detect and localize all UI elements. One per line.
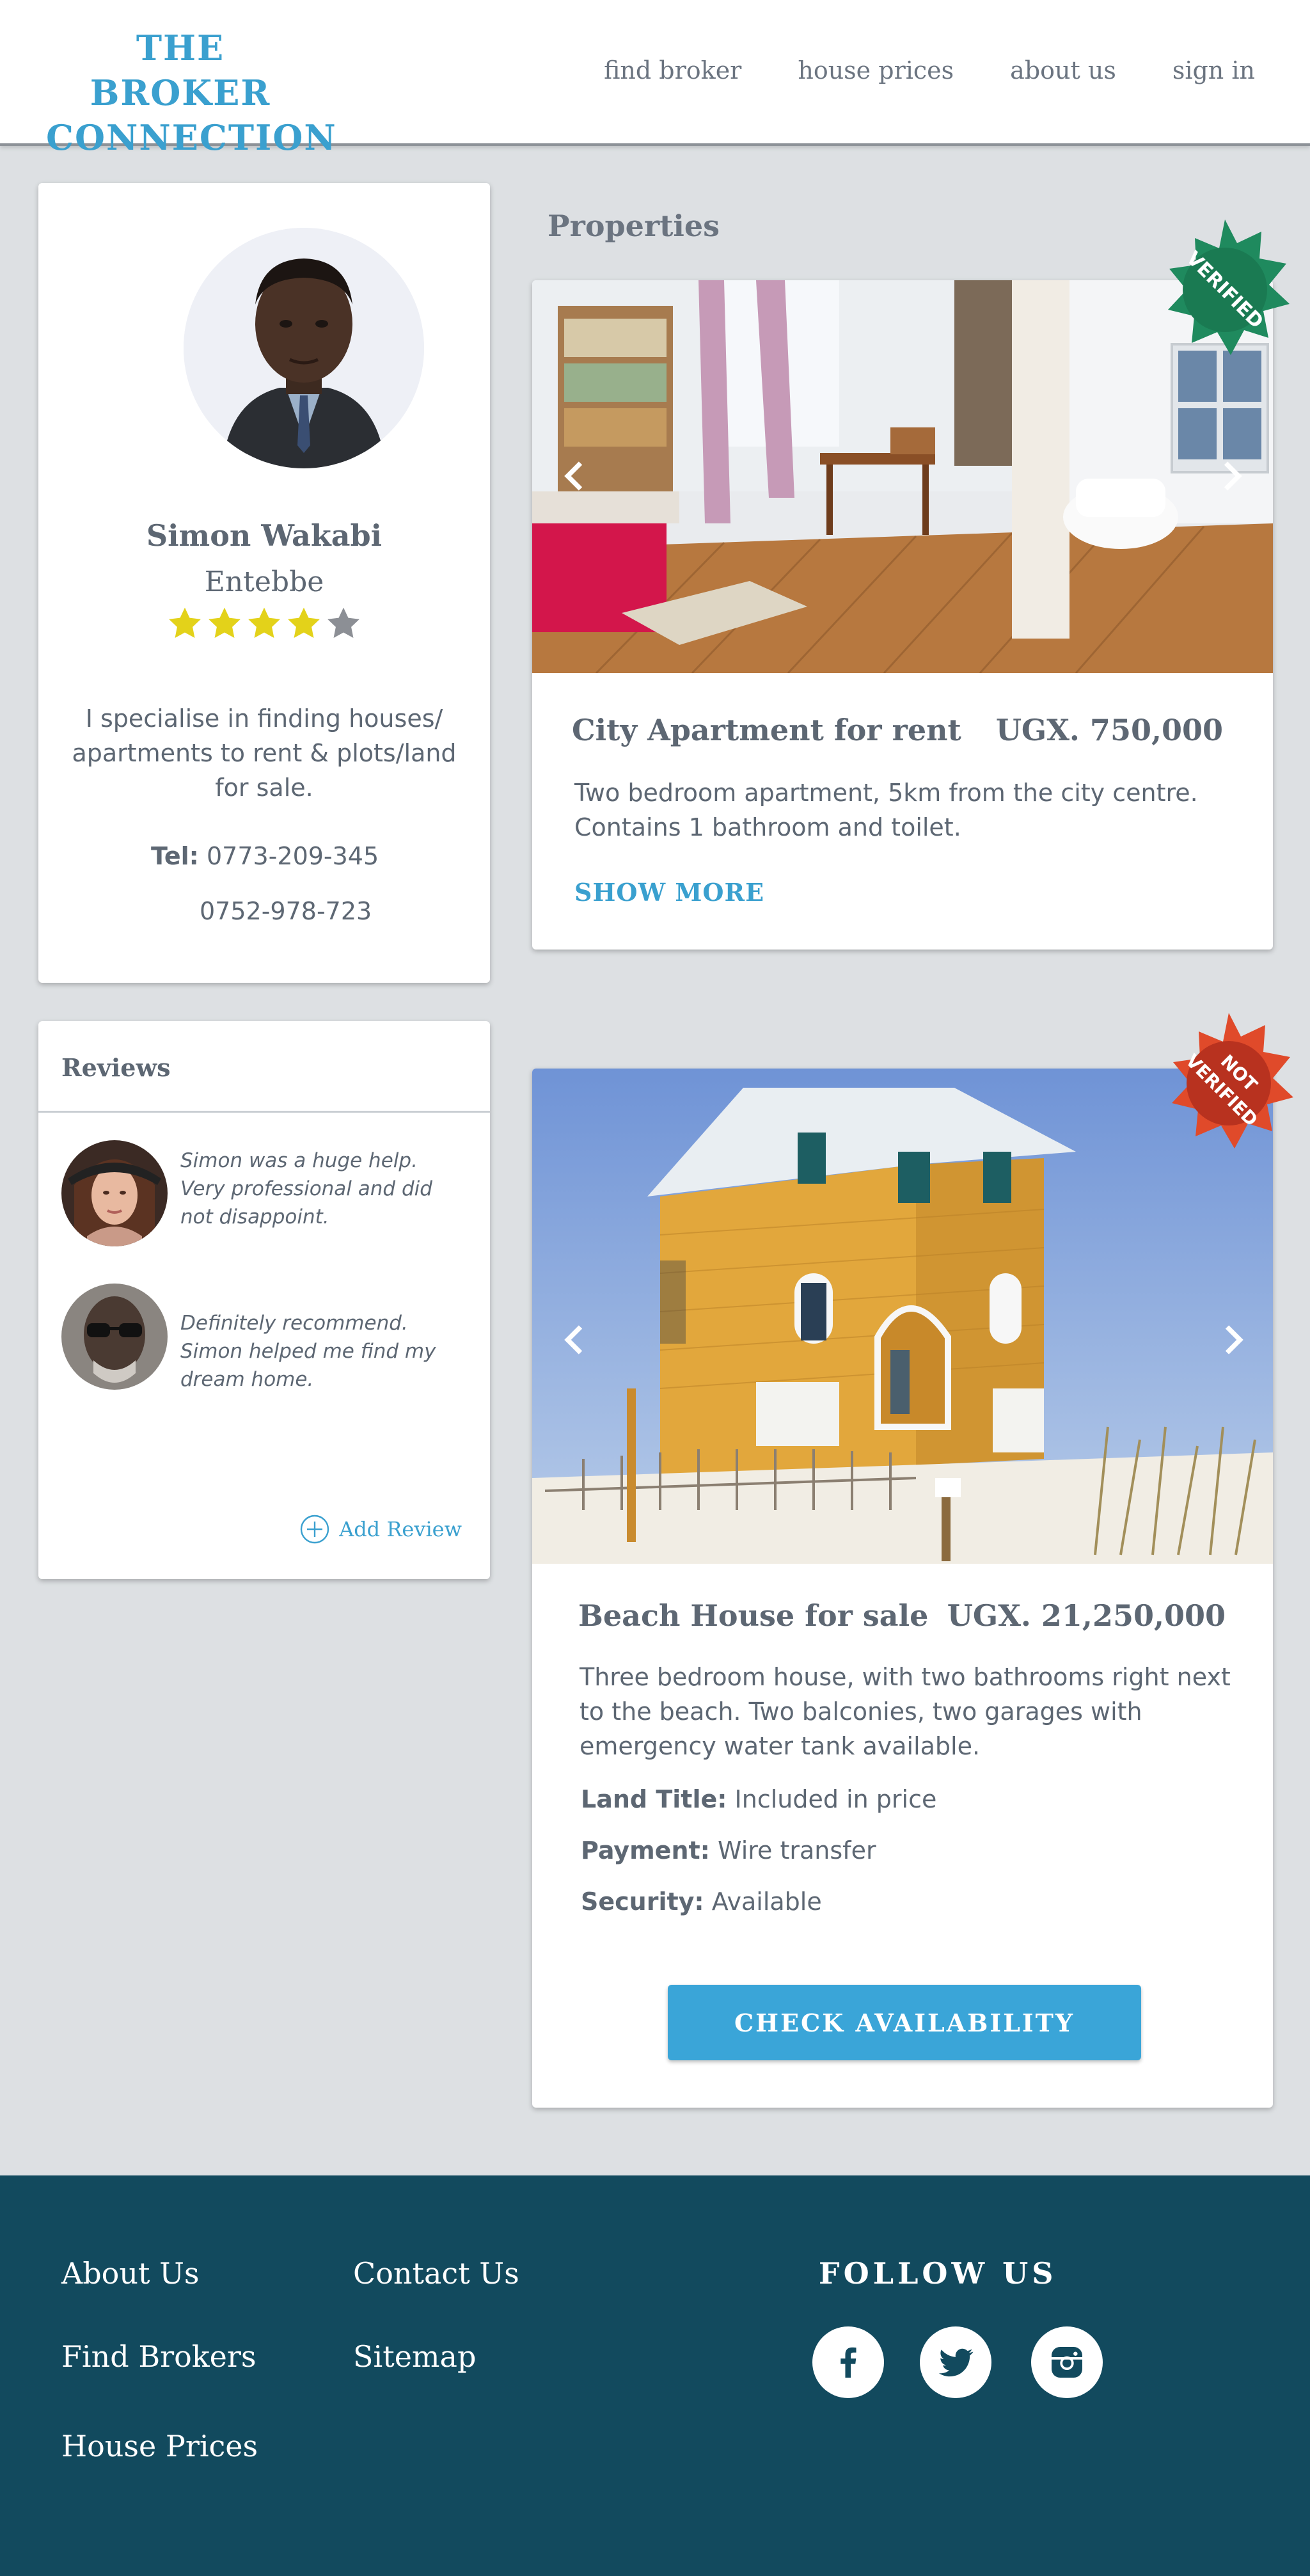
nav-find-broker[interactable]: find broker	[604, 56, 741, 84]
property-price: UGX. 21,250,000	[947, 1598, 1226, 1633]
footer-link-sitemap[interactable]: Sitemap	[353, 2339, 476, 2374]
detail-value: Wire transfer	[717, 1836, 876, 1864]
verified-badge: VERIFIED	[1168, 219, 1290, 355]
logo-line-1: THE BROKER	[90, 28, 271, 113]
check-availability-button[interactable]: CHECK AVAILABILITY	[668, 1985, 1141, 2060]
detail-label: Security:	[581, 1888, 704, 1916]
broker-profile-card: Simon Wakabi Entebbe I specialise in fin…	[38, 183, 490, 983]
broker-bio: I specialise in finding houses/ apartmen…	[72, 704, 457, 802]
property-title: City Apartment for rent	[572, 713, 961, 747]
broker-city: Entebbe	[204, 566, 324, 598]
star-icon-empty	[328, 607, 359, 638]
nav-house-prices[interactable]: house prices	[798, 56, 954, 84]
carousel-next-icon[interactable]	[1213, 1321, 1251, 1359]
broker-name: Simon Wakabi	[146, 518, 383, 553]
reviewer-avatar	[61, 1140, 168, 1246]
logo-line-2: CONNECTION	[46, 117, 337, 158]
property-description: Three bedroom house, with two bathrooms …	[580, 1663, 1231, 1760]
star-icon-filled	[169, 607, 201, 638]
property-card: Beach House for sale UGX. 21,250,000 Thr…	[532, 1069, 1273, 2108]
site-logo[interactable]: THE BROKER CONNECTION	[46, 26, 337, 160]
follow-us-heading: FOLLOW US	[819, 2256, 1057, 2291]
reviews-title: Reviews	[61, 1053, 171, 1082]
plus-circle-icon	[300, 1515, 329, 1544]
star-icon-filled	[288, 607, 320, 638]
carousel-prev-icon[interactable]	[556, 1321, 595, 1359]
instagram-link[interactable]	[1031, 2326, 1103, 2398]
star-icon-filled	[209, 607, 241, 638]
detail-payment: Payment: Wire transfer	[581, 1836, 876, 1864]
main-nav: find broker house prices about us sign i…	[548, 56, 1255, 84]
footer-link-contact-us[interactable]: Contact Us	[353, 2256, 519, 2291]
twitter-icon	[938, 2348, 974, 2377]
instagram-icon	[1052, 2347, 1082, 2378]
reviewer-avatar	[61, 1284, 168, 1390]
footer-link-house-prices[interactable]: House Prices	[61, 2429, 258, 2463]
carousel-prev-icon[interactable]	[556, 457, 595, 495]
twitter-link[interactable]	[920, 2326, 991, 2398]
facebook-link[interactable]	[812, 2326, 884, 2398]
site-footer: About Us Contact Us Find Brokers Sitemap…	[0, 2175, 1310, 2576]
nav-sign-in[interactable]: sign in	[1172, 56, 1255, 84]
properties-title: Properties	[548, 209, 720, 243]
property-description: Two bedroom apartment, 5km from the city…	[574, 779, 1198, 841]
detail-value: Included in price	[734, 1785, 937, 1813]
property-price: UGX. 750,000	[995, 713, 1223, 747]
review-text: Definitely recommend. Simon helped me fi…	[180, 1312, 436, 1391]
show-more-link[interactable]: SHOW MORE	[574, 878, 764, 907]
footer-link-find-brokers[interactable]: Find Brokers	[61, 2339, 256, 2374]
phone-primary: Tel: 0773-209-345	[151, 842, 379, 870]
nav-about-us[interactable]: about us	[1010, 56, 1116, 84]
carousel-next-icon[interactable]	[1211, 457, 1250, 495]
add-review-button[interactable]: Add Review	[299, 1514, 462, 1545]
not-verified-badge: NOT VERIFIED	[1172, 1013, 1293, 1149]
footer-link-about-us[interactable]: About Us	[61, 2256, 199, 2291]
broker-avatar	[184, 228, 424, 468]
detail-value: Available	[711, 1888, 822, 1916]
property-card: City Apartment for rent UGX. 750,000 Two…	[532, 280, 1273, 950]
detail-security: Security: Available	[581, 1888, 822, 1916]
phone-number-2[interactable]: 0752-978-723	[200, 897, 372, 925]
property-title: Beach House for sale	[578, 1598, 929, 1633]
divider	[38, 1111, 490, 1113]
review-text: Simon was a huge help. Very professional…	[180, 1149, 432, 1228]
detail-label: Payment:	[581, 1836, 710, 1864]
rating-stars	[38, 605, 490, 642]
site-header: THE BROKER CONNECTION find broker house …	[0, 0, 1310, 158]
facebook-icon	[840, 2347, 856, 2378]
tel-label: Tel:	[151, 842, 199, 870]
add-review-label: Add Review	[339, 1517, 462, 1541]
reviews-card: Reviews Simon was a huge help. Very prof…	[38, 1021, 490, 1579]
detail-label: Land Title:	[581, 1785, 727, 1813]
star-icon-filled	[248, 607, 280, 638]
phone-number-1[interactable]: 0773-209-345	[207, 842, 379, 870]
detail-land-title: Land Title: Included in price	[581, 1785, 936, 1813]
